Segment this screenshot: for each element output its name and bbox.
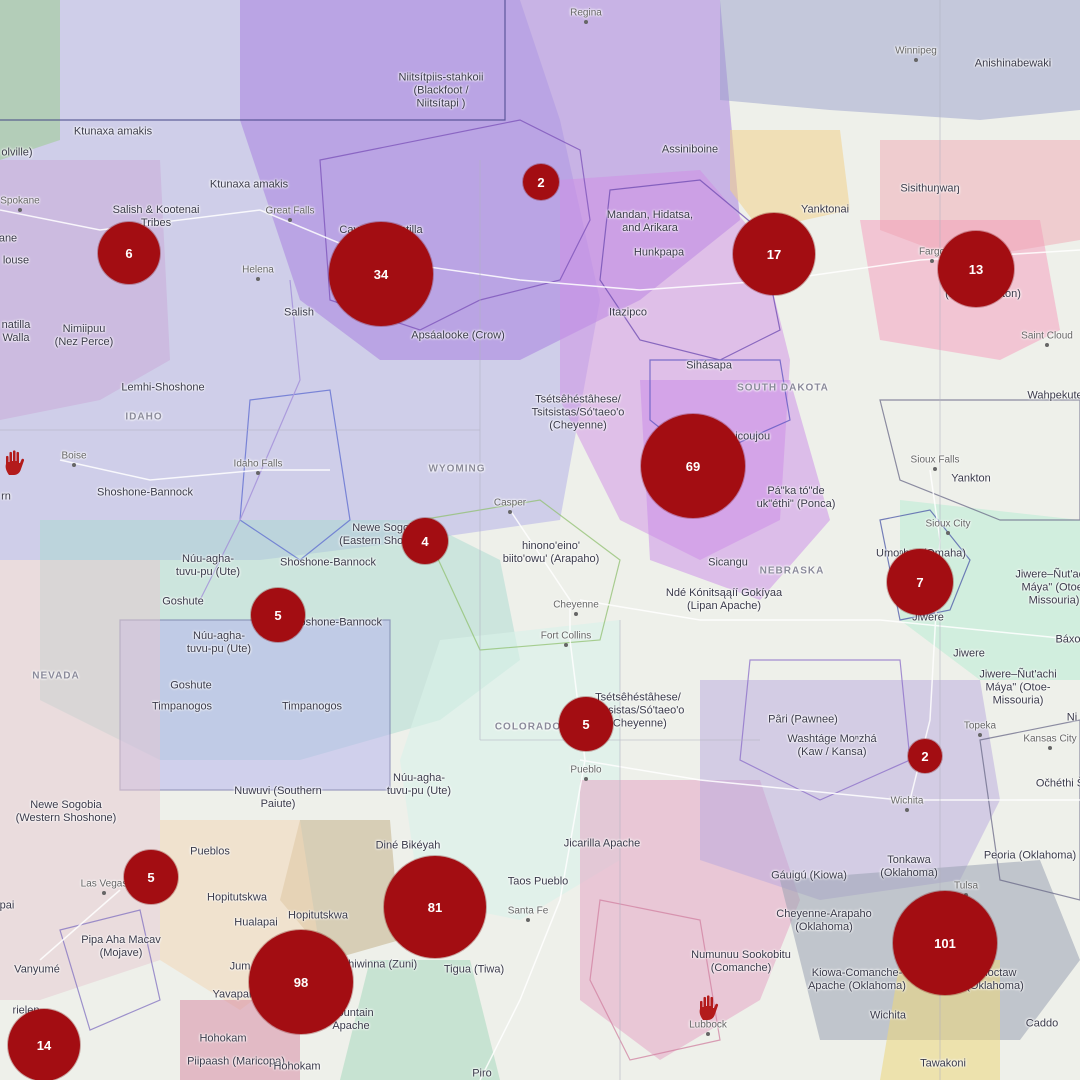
red-hand-icon[interactable] <box>3 449 27 477</box>
cluster-marker[interactable]: 81 <box>384 856 486 958</box>
cluster-marker[interactable]: 5 <box>559 697 613 751</box>
territory-region[interactable] <box>0 560 160 1000</box>
cluster-marker[interactable]: 2 <box>908 739 942 773</box>
city-dot <box>564 643 568 647</box>
city-dot <box>508 510 512 514</box>
cluster-marker[interactable]: 5 <box>251 588 305 642</box>
cluster-marker[interactable]: 34 <box>329 222 433 326</box>
city-dot <box>574 612 578 616</box>
cluster-marker[interactable]: 6 <box>98 222 160 284</box>
territory-map[interactable]: IDAHO WYOMING NEVADA COLORADO NEBRASKA SOUTH … <box>0 0 1080 1080</box>
cluster-marker[interactable]: 69 <box>641 414 745 518</box>
cluster-marker[interactable]: 5 <box>124 850 178 904</box>
cluster-marker[interactable]: 13 <box>938 231 1014 307</box>
cluster-marker[interactable]: 98 <box>249 930 353 1034</box>
city-dot <box>930 259 934 263</box>
city-dot <box>256 277 260 281</box>
territory-region[interactable] <box>119 619 391 791</box>
cluster-marker[interactable]: 17 <box>733 213 815 295</box>
cluster-marker[interactable]: 4 <box>402 518 448 564</box>
city-dot <box>72 463 76 467</box>
territory-region[interactable] <box>0 0 60 160</box>
city-dot <box>1048 746 1052 750</box>
cluster-marker[interactable]: 2 <box>523 164 559 200</box>
cluster-marker[interactable]: 14 <box>8 1009 80 1080</box>
city-dot <box>978 733 982 737</box>
city-dot <box>946 531 950 535</box>
city-dot <box>914 58 918 62</box>
city-dot <box>256 471 260 475</box>
city-dot <box>1045 343 1049 347</box>
territory-region[interactable] <box>720 0 1080 120</box>
cluster-marker[interactable]: 101 <box>893 891 997 995</box>
city-dot <box>526 918 530 922</box>
city-dot <box>18 208 22 212</box>
city-dot <box>706 1032 710 1036</box>
city-dot <box>905 808 909 812</box>
city-dot <box>288 218 292 222</box>
city-dot <box>102 891 106 895</box>
city-dot <box>584 20 588 24</box>
city-dot <box>933 467 937 471</box>
city-dot <box>584 777 588 781</box>
red-hand-icon[interactable] <box>697 994 721 1022</box>
cluster-marker[interactable]: 7 <box>887 549 953 615</box>
